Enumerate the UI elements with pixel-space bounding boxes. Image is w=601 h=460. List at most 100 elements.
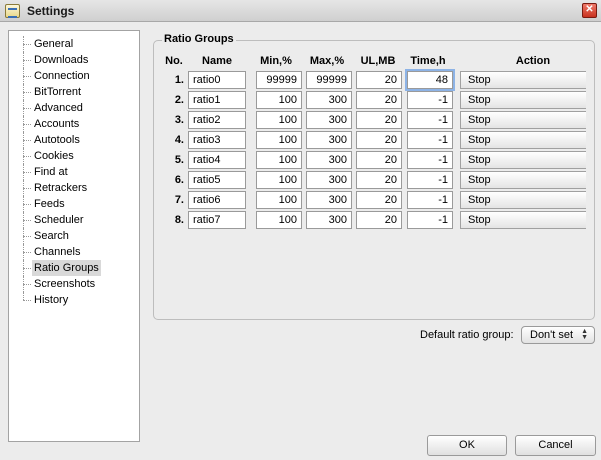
name-field[interactable]: ratio5 [188, 171, 246, 189]
sidebar-item[interactable]: BitTorrent [9, 84, 139, 100]
sidebar-item[interactable]: Scheduler [9, 212, 139, 228]
max-field[interactable]: 300 [306, 91, 352, 109]
ul-field[interactable]: 20 [356, 71, 402, 89]
ok-button[interactable]: OK [427, 435, 507, 456]
sidebar-item[interactable]: Channels [9, 244, 139, 260]
sidebar-item[interactable]: Connection [9, 68, 139, 84]
sidebar-item[interactable]: History [9, 292, 139, 308]
header-no: No. [165, 55, 183, 67]
header-action: Action [515, 55, 551, 67]
row-number: 3. [174, 114, 184, 126]
action-button[interactable]: Stop [460, 151, 586, 169]
ul-field[interactable]: 20 [356, 211, 402, 229]
sidebar-item-label: Feeds [34, 198, 65, 210]
ul-field[interactable]: 20 [356, 191, 402, 209]
action-button[interactable]: Stop [460, 171, 586, 189]
tree-connector [19, 116, 31, 132]
sidebar-item[interactable]: Cookies [9, 148, 139, 164]
max-field[interactable]: 300 [306, 131, 352, 149]
sidebar-item[interactable]: Screenshots [9, 276, 139, 292]
time-field[interactable]: -1 [407, 111, 453, 129]
name-field[interactable]: ratio1 [188, 91, 246, 109]
max-field[interactable]: 300 [306, 171, 352, 189]
row-number: 6. [174, 174, 184, 186]
action-button[interactable]: Stop [460, 211, 586, 229]
ul-field[interactable]: 20 [356, 131, 402, 149]
time-field[interactable]: 48 [405, 69, 455, 91]
tree-connector [19, 68, 31, 84]
close-button[interactable]: ✕ [582, 3, 597, 18]
title-bar: Settings ✕ [0, 0, 601, 22]
action-button[interactable]: Stop [460, 111, 586, 129]
min-field[interactable]: 100 [256, 211, 302, 229]
sidebar-item[interactable]: Advanced [9, 100, 139, 116]
name-field[interactable]: ratio6 [188, 191, 246, 209]
tree-connector [19, 132, 31, 148]
action-button[interactable]: Stop [460, 131, 586, 149]
name-field[interactable]: ratio2 [188, 111, 246, 129]
min-field[interactable]: 100 [256, 151, 302, 169]
sidebar-item-label: Connection [34, 70, 90, 82]
tree-connector [19, 292, 31, 308]
header-min: Min,% [260, 55, 292, 67]
header-name: Name [202, 55, 232, 67]
min-field[interactable]: 100 [256, 131, 302, 149]
tree-connector [19, 228, 31, 244]
settings-icon [5, 4, 20, 18]
name-field[interactable]: ratio7 [188, 211, 246, 229]
max-field[interactable]: 99999 [306, 71, 352, 89]
name-field[interactable]: ratio3 [188, 131, 246, 149]
tree-connector [19, 148, 31, 164]
min-field[interactable]: 100 [256, 111, 302, 129]
max-field[interactable]: 300 [306, 151, 352, 169]
action-button[interactable]: Stop [460, 71, 586, 89]
tree-connector [19, 244, 31, 260]
header-time: Time,h [410, 55, 446, 67]
sidebar-item-label: Ratio Groups [32, 260, 101, 276]
tree-connector [19, 36, 31, 52]
default-ratio-group-label: Default ratio group: [420, 329, 514, 341]
ul-field[interactable]: 20 [356, 111, 402, 129]
sidebar-item[interactable]: General [9, 36, 139, 52]
max-field[interactable]: 300 [306, 211, 352, 229]
sidebar-item-label: Find at [34, 166, 68, 178]
action-button[interactable]: Stop [460, 191, 586, 209]
cancel-button[interactable]: Cancel [515, 435, 596, 456]
row-number: 5. [174, 154, 184, 166]
row-number: 8. [174, 214, 184, 226]
min-field[interactable]: 99999 [256, 71, 302, 89]
max-field[interactable]: 300 [306, 191, 352, 209]
time-field[interactable]: -1 [407, 91, 453, 109]
time-field[interactable]: -1 [407, 171, 453, 189]
sidebar-item[interactable]: Search [9, 228, 139, 244]
time-field[interactable]: -1 [407, 211, 453, 229]
sidebar-item[interactable]: Ratio Groups [9, 260, 139, 276]
sidebar-item-label: History [34, 294, 69, 306]
time-field[interactable]: -1 [407, 191, 453, 209]
max-field[interactable]: 300 [306, 111, 352, 129]
settings-tree: General Downloads Connection BitTorrent Adva… [8, 30, 140, 442]
row-number: 4. [174, 134, 184, 146]
min-field[interactable]: 100 [256, 191, 302, 209]
sidebar-item[interactable]: Feeds [9, 196, 139, 212]
ul-field[interactable]: 20 [356, 91, 402, 109]
ul-field[interactable]: 20 [356, 151, 402, 169]
name-field[interactable]: ratio0 [188, 71, 246, 89]
sidebar-item[interactable]: Retrackers [9, 180, 139, 196]
sidebar-item[interactable]: Downloads [9, 52, 139, 68]
tree-connector [19, 212, 31, 228]
min-field[interactable]: 100 [256, 171, 302, 189]
time-field[interactable]: -1 [407, 151, 453, 169]
action-button[interactable]: Stop [460, 91, 586, 109]
ul-field[interactable]: 20 [356, 171, 402, 189]
time-field[interactable]: -1 [407, 131, 453, 149]
sidebar-item[interactable]: Find at [9, 164, 139, 180]
header-ul: UL,MB [360, 55, 396, 67]
tree-connector [19, 52, 31, 68]
name-field[interactable]: ratio4 [188, 151, 246, 169]
sidebar-item[interactable]: Accounts [9, 116, 139, 132]
default-ratio-group-select[interactable]: Don't set ▲ ▼ [521, 326, 595, 344]
min-field[interactable]: 100 [256, 91, 302, 109]
sidebar-item[interactable]: Autotools [9, 132, 139, 148]
sidebar-item-label: Scheduler [34, 214, 84, 226]
